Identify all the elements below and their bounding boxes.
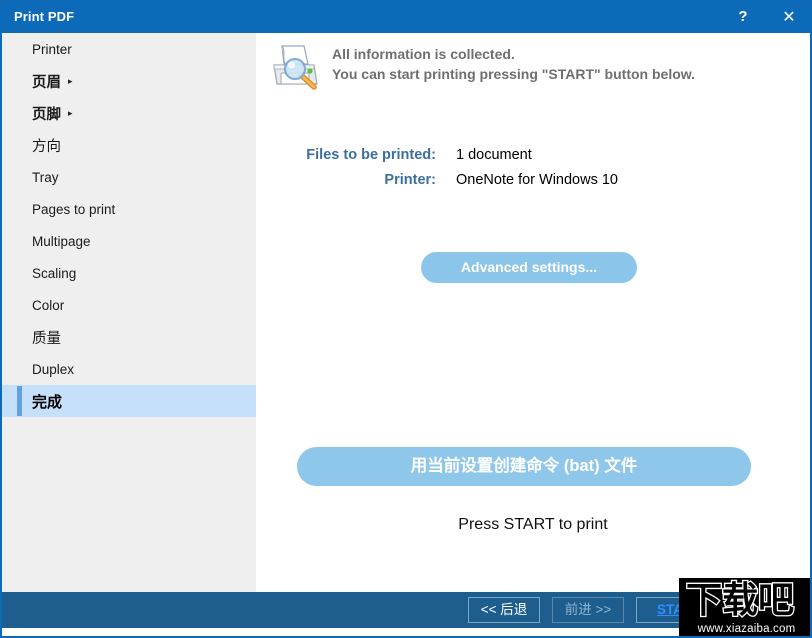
summary-row-printer: Printer: OneNote for Windows 10 xyxy=(256,168,810,193)
watermark: 下载吧 www.xiazaiba.com xyxy=(679,578,810,636)
sidebar-item-multipage[interactable]: Multipage xyxy=(2,225,256,257)
summary-value: OneNote for Windows 10 xyxy=(456,172,618,188)
svg-text:下载吧: 下载吧 xyxy=(686,580,794,619)
sidebar-item-label: 方向 xyxy=(32,138,61,155)
watermark-url: www.xiazaiba.com xyxy=(697,623,796,635)
sidebar-item-footer[interactable]: 页脚 ▸ xyxy=(2,97,256,129)
sidebar-item-label: Printer xyxy=(32,41,72,57)
banner-line-1: All information is collected. xyxy=(332,46,515,62)
watermark-logo-icon: 下载吧 xyxy=(685,579,796,619)
print-pdf-window: Print PDF ? ✕ Printer 页眉 ▸ 页脚 ▸ 方向 Tray … xyxy=(0,0,812,638)
status-banner: All information is collected. You can st… xyxy=(268,41,695,92)
forward-button[interactable]: 前进 >> xyxy=(552,597,624,623)
sidebar-item-pages-to-print[interactable]: Pages to print xyxy=(2,193,256,225)
advanced-settings-button[interactable]: Advanced settings... xyxy=(421,252,637,283)
sidebar-item-label: Duplex xyxy=(32,361,75,377)
close-icon[interactable]: ✕ xyxy=(766,0,810,33)
create-bat-file-button[interactable]: 用当前设置创建命令 (bat) 文件 xyxy=(297,447,751,486)
print-summary: Files to be printed: 1 document Printer:… xyxy=(256,143,810,193)
sidebar-item-label: Color xyxy=(32,297,65,313)
sidebar-item-duplex[interactable]: Duplex xyxy=(2,353,256,385)
summary-value: 1 document xyxy=(456,147,532,163)
sidebar-item-label: 质量 xyxy=(32,330,61,347)
window-title: Print PDF xyxy=(14,9,75,24)
sidebar-item-printer[interactable]: Printer xyxy=(2,33,256,65)
content-panel: All information is collected. You can st… xyxy=(256,33,810,594)
help-icon[interactable]: ? xyxy=(720,0,766,33)
chevron-right-icon: ▸ xyxy=(68,107,73,118)
sidebar-item-label: 完成 xyxy=(32,393,63,411)
sidebar: Printer 页眉 ▸ 页脚 ▸ 方向 Tray Pages to print… xyxy=(2,33,256,594)
summary-label: Printer: xyxy=(384,172,436,188)
press-start-hint: Press START to print xyxy=(458,516,608,533)
sidebar-item-label: Scaling xyxy=(32,265,77,281)
sidebar-item-label: 页脚 xyxy=(32,106,61,123)
back-button[interactable]: << 后退 xyxy=(468,597,540,623)
sidebar-item-label: Pages to print xyxy=(32,201,116,217)
sidebar-item-tray[interactable]: Tray xyxy=(2,161,256,193)
sidebar-item-header[interactable]: 页眉 ▸ xyxy=(2,65,256,97)
sidebar-item-color[interactable]: Color xyxy=(2,289,256,321)
sidebar-item-finish[interactable]: 完成 xyxy=(2,385,256,417)
sidebar-item-label: Tray xyxy=(32,169,59,185)
sidebar-item-label: Multipage xyxy=(32,233,91,249)
sidebar-item-quality[interactable]: 质量 xyxy=(2,321,256,353)
sidebar-item-scaling[interactable]: Scaling xyxy=(2,257,256,289)
summary-label: Files to be printed: xyxy=(306,147,436,163)
printer-preview-icon xyxy=(268,42,322,92)
summary-row-files: Files to be printed: 1 document xyxy=(256,143,810,168)
selection-accent-bar xyxy=(17,386,22,416)
chevron-right-icon: ▸ xyxy=(68,75,73,86)
sidebar-item-label: 页眉 xyxy=(32,74,61,91)
banner-line-2: You can start printing pressing "START" … xyxy=(332,66,696,82)
title-bar: Print PDF ? ✕ xyxy=(2,0,810,33)
banner-text: All information is collected. You can st… xyxy=(332,44,695,84)
sidebar-item-orientation[interactable]: 方向 xyxy=(2,129,256,161)
